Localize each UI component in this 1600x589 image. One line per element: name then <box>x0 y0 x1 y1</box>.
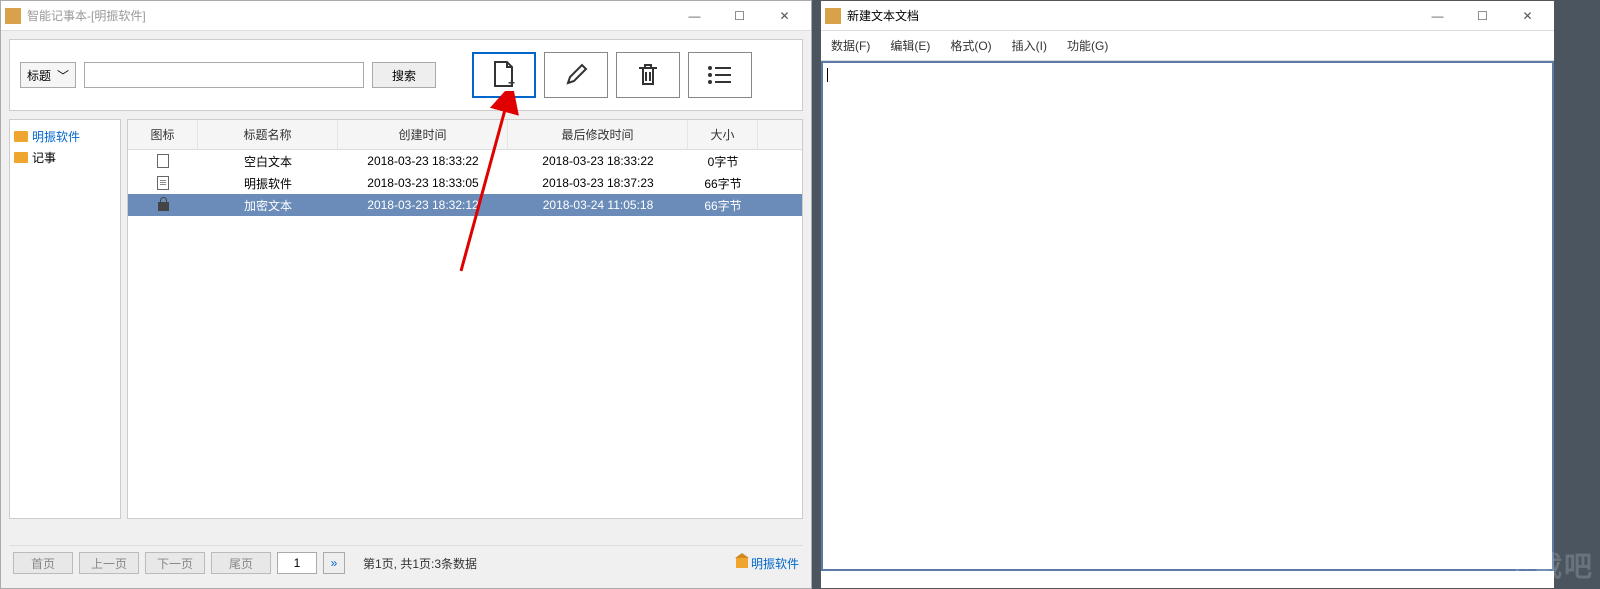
edit-note-button[interactable] <box>544 52 608 98</box>
toolbar: 标题 ﹀ 搜索 + <box>9 39 803 111</box>
main-body: 明振软件 记事 图标 标题名称 创建时间 最后修改时间 大小 空白文本 2018… <box>9 119 803 519</box>
cell-size: 66字节 <box>688 175 758 192</box>
table-row[interactable]: 明振软件 2018-03-23 18:33:05 2018-03-23 18:3… <box>128 172 802 194</box>
lock-icon <box>158 202 169 211</box>
list-body: 空白文本 2018-03-23 18:33:22 2018-03-23 18:3… <box>128 150 802 518</box>
minimize-button[interactable]: — <box>1415 2 1460 30</box>
menu-edit[interactable]: 编辑(E) <box>890 37 930 54</box>
app-icon <box>5 8 21 24</box>
header-icon[interactable]: 图标 <box>128 120 198 149</box>
folder-icon <box>14 131 28 142</box>
menu-data[interactable]: 数据(F) <box>831 37 870 54</box>
delete-note-button[interactable] <box>616 52 680 98</box>
watermark: 下载吧 <box>1504 545 1594 585</box>
next-page-button[interactable]: 下一页 <box>145 552 205 574</box>
sidebar-item-label: 记事 <box>32 149 56 166</box>
trash-icon <box>635 61 661 89</box>
cell-size: 66字节 <box>688 197 758 214</box>
table-row[interactable]: 空白文本 2018-03-23 18:33:22 2018-03-23 18:3… <box>128 150 802 172</box>
search-mode-label: 标题 <box>27 67 51 84</box>
home-icon <box>736 558 748 568</box>
close-button[interactable]: ✕ <box>762 2 807 30</box>
chevron-down-icon: ﹀ <box>57 67 69 84</box>
window-title: 新建文本文档 <box>847 7 1415 24</box>
text-editor-area[interactable] <box>821 61 1554 571</box>
search-button[interactable]: 搜索 <box>372 62 436 88</box>
header-size[interactable]: 大小 <box>688 120 758 149</box>
search-input[interactable] <box>84 62 364 88</box>
sidebar-item-0[interactable]: 明振软件 <box>14 126 116 147</box>
pager: 首页 上一页 下一页 尾页 » 第1页, 共1页:3条数据 明振软件 <box>9 545 803 580</box>
menubar: 数据(F) 编辑(E) 格式(O) 插入(I) 功能(G) <box>821 31 1554 61</box>
cell-created: 2018-03-23 18:33:22 <box>338 154 508 168</box>
list-icon <box>706 64 734 86</box>
titlebar-left: 智能记事本-[明振软件] — ☐ ✕ <box>1 1 811 31</box>
cell-created: 2018-03-23 18:33:05 <box>338 176 508 190</box>
maximize-button[interactable]: ☐ <box>1460 2 1505 30</box>
new-note-button[interactable]: + <box>472 52 536 98</box>
last-page-button[interactable]: 尾页 <box>211 552 271 574</box>
sidebar-item-1[interactable]: 记事 <box>14 147 116 168</box>
cell-modified: 2018-03-23 18:33:22 <box>508 154 688 168</box>
cell-modified: 2018-03-24 11:05:18 <box>508 198 688 212</box>
close-button[interactable]: ✕ <box>1505 2 1550 30</box>
window-title: 智能记事本-[明振软件] <box>27 7 672 24</box>
document-icon <box>157 176 169 190</box>
first-page-button[interactable]: 首页 <box>13 552 73 574</box>
menu-function[interactable]: 功能(G) <box>1067 37 1108 54</box>
cell-title: 加密文本 <box>198 197 338 214</box>
cell-modified: 2018-03-23 18:37:23 <box>508 176 688 190</box>
header-modified[interactable]: 最后修改时间 <box>508 120 688 149</box>
app-icon <box>825 8 841 24</box>
text-cursor <box>827 68 828 82</box>
menu-insert[interactable]: 插入(I) <box>1012 37 1047 54</box>
page-status: 第1页, 共1页:3条数据 <box>363 555 477 572</box>
table-row[interactable]: 加密文本 2018-03-23 18:32:12 2018-03-24 11:0… <box>128 194 802 216</box>
new-file-icon: + <box>490 60 518 90</box>
search-mode-select[interactable]: 标题 ﹀ <box>20 62 76 88</box>
cell-created: 2018-03-23 18:32:12 <box>338 198 508 212</box>
pencil-icon <box>562 61 590 89</box>
minimize-button[interactable]: — <box>672 2 717 30</box>
svg-text:+: + <box>508 76 515 90</box>
window-controls: — ☐ ✕ <box>672 2 807 30</box>
page-input[interactable] <box>277 552 317 574</box>
list-view-button[interactable] <box>688 52 752 98</box>
menu-format[interactable]: 格式(O) <box>950 37 991 54</box>
footer-link-label: 明振软件 <box>751 555 799 572</box>
window-controls: — ☐ ✕ <box>1415 2 1550 30</box>
maximize-button[interactable]: ☐ <box>717 2 762 30</box>
cell-title: 空白文本 <box>198 153 338 170</box>
titlebar-right: 新建文本文档 — ☐ ✕ <box>821 1 1554 31</box>
list-header: 图标 标题名称 创建时间 最后修改时间 大小 <box>128 120 802 150</box>
folder-icon <box>14 152 28 163</box>
page-icon <box>157 154 169 168</box>
notes-list: 图标 标题名称 创建时间 最后修改时间 大小 空白文本 2018-03-23 1… <box>127 119 803 519</box>
header-title[interactable]: 标题名称 <box>198 120 338 149</box>
header-created[interactable]: 创建时间 <box>338 120 508 149</box>
text-editor-window: 新建文本文档 — ☐ ✕ 数据(F) 编辑(E) 格式(O) 插入(I) 功能(… <box>820 0 1555 589</box>
go-page-button[interactable]: » <box>323 552 345 574</box>
prev-page-button[interactable]: 上一页 <box>79 552 139 574</box>
notes-app-window: 智能记事本-[明振软件] — ☐ ✕ 标题 ﹀ 搜索 + <box>0 0 812 589</box>
folder-sidebar: 明振软件 记事 <box>9 119 121 519</box>
sidebar-item-label: 明振软件 <box>32 128 80 145</box>
footer-link[interactable]: 明振软件 <box>736 555 799 572</box>
cell-title: 明振软件 <box>198 175 338 192</box>
cell-size: 0字节 <box>688 153 758 170</box>
